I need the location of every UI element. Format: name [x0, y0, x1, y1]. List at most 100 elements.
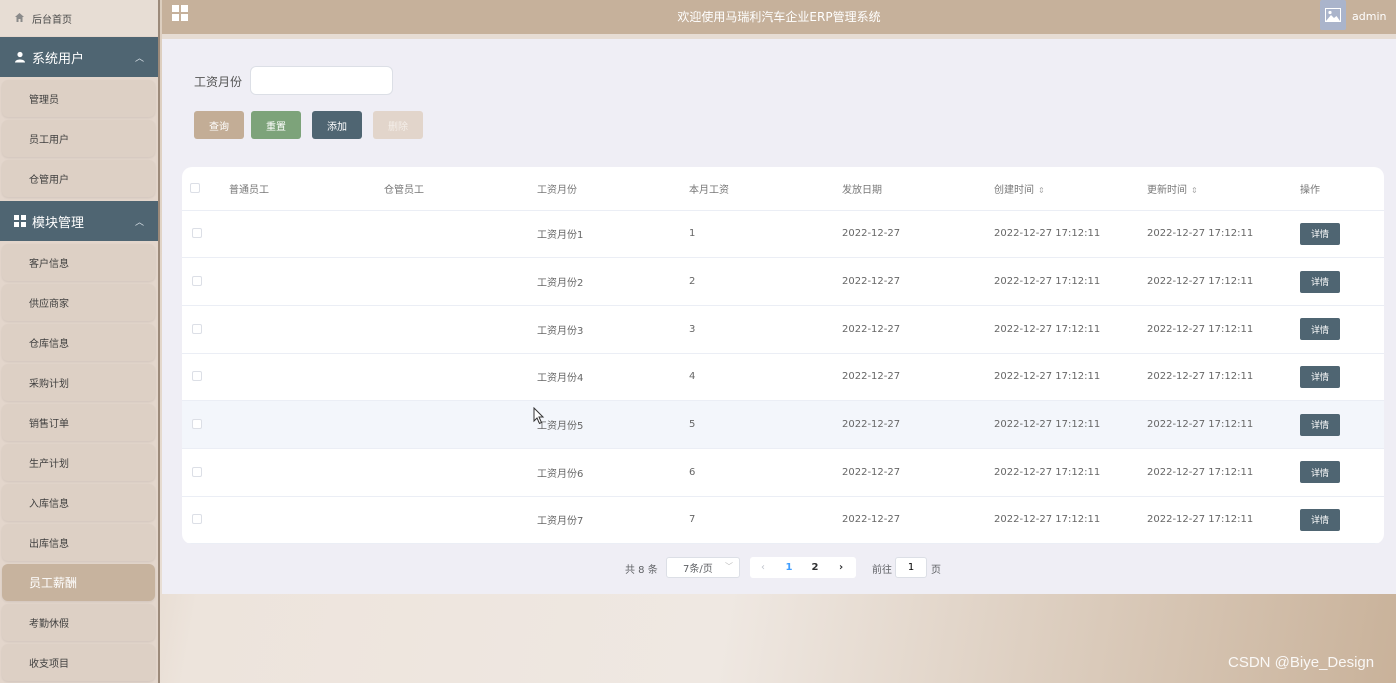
sidebar-home-label: 后台首页: [32, 14, 72, 26]
table-cell-updated: 2022-12-27 17:12:11: [1147, 257, 1300, 306]
table-cell-pay-date: 2022-12-27: [842, 353, 994, 402]
table-cell-updated: 2022-12-27 17:12:11: [1147, 400, 1300, 449]
column-header-label: 创建时间: [994, 184, 1034, 196]
salary-table: 普通员工 仓管员工 工资月份 本月工资 发放日期 创建时间 ⇕ 更新时间 ⇕ 操作 …: [182, 167, 1384, 544]
detail-button[interactable]: 详情: [1300, 508, 1340, 531]
table-cell-warehouse-staff: [384, 448, 537, 497]
column-header: 仓管员工: [384, 167, 537, 211]
table-cell-pay-date: 2022-12-27: [842, 305, 994, 354]
next-page-button[interactable]: ›: [828, 562, 854, 573]
sort-icon[interactable]: ⇕: [1038, 186, 1045, 195]
page-size-select[interactable]: 7条/页 ﹀: [666, 557, 740, 578]
sidebar-group-label: 系统用户: [32, 51, 85, 67]
sidebar-item[interactable]: 仓管用户: [2, 160, 155, 197]
detail-button[interactable]: 详情: [1300, 222, 1340, 245]
row-checkbox[interactable]: [192, 276, 202, 287]
goto-page-input[interactable]: [895, 557, 927, 578]
column-header-sortable[interactable]: 创建时间 ⇕: [994, 167, 1147, 211]
home-icon: [14, 12, 26, 24]
sidebar-item[interactable]: 员工薪酬: [2, 564, 155, 601]
detail-button[interactable]: 详情: [1300, 413, 1340, 436]
column-header: 普通员工: [229, 167, 384, 211]
table-row[interactable]: 工资月份6 6 2022-12-27 2022-12-27 17:12:11 2022-…: [182, 448, 1384, 497]
avatar[interactable]: [1320, 0, 1346, 30]
column-header: 操作: [1300, 167, 1384, 211]
sidebar-item[interactable]: 员工用户: [2, 120, 155, 157]
sidebar-item[interactable]: 收支项目: [2, 644, 155, 681]
sidebar-item[interactable]: 采购计划: [2, 364, 155, 401]
row-checkbox[interactable]: [192, 371, 202, 382]
row-checkbox[interactable]: [192, 514, 202, 525]
table-row[interactable]: 工资月份1 1 2022-12-27 2022-12-27 17:12:11 2022-…: [182, 210, 1384, 259]
sidebar-item[interactable]: 管理员: [2, 80, 155, 117]
sidebar-item[interactable]: 销售订单: [2, 404, 155, 441]
sidebar-item[interactable]: 生产计划: [2, 444, 155, 481]
table-row[interactable]: 工资月份7 7 2022-12-27 2022-12-27 17:12:11 2022-…: [182, 496, 1384, 544]
add-button[interactable]: 添加: [312, 111, 362, 139]
pagination: 共 8 条 7条/页 ﹀ ‹ 1 2 › 前往 页: [162, 557, 1396, 579]
table-cell-updated: 2022-12-27 17:12:11: [1147, 448, 1300, 497]
query-button[interactable]: 查询: [194, 111, 244, 139]
table-cell-created: 2022-12-27 17:12:11: [994, 257, 1147, 306]
delete-button[interactable]: 删除: [373, 111, 423, 139]
table-cell-warehouse-staff: [384, 210, 537, 259]
sidebar: 后台首页 系统用户 ︿ 管理员 员工用户 仓管用户 模块管理 ︿ 客户信息 供应商家仓…: [0, 0, 160, 683]
sidebar-item[interactable]: 考勤休假: [2, 604, 155, 641]
table-cell-employee: [229, 353, 384, 402]
table-header-row: 普通员工 仓管员工 工资月份 本月工资 发放日期 创建时间 ⇕ 更新时间 ⇕ 操作: [182, 167, 1384, 211]
total-count: 共 8 条: [625, 565, 658, 576]
sidebar-item[interactable]: 供应商家: [2, 284, 155, 321]
sort-icon[interactable]: ⇕: [1191, 186, 1198, 195]
table-cell-month: 工资月份5: [537, 400, 689, 449]
table-cell-pay-date: 2022-12-27: [842, 496, 994, 544]
page-buttons: ‹ 1 2 ›: [750, 557, 856, 578]
detail-button[interactable]: 详情: [1300, 365, 1340, 388]
table-cell-salary: 6: [689, 448, 842, 497]
select-all-checkbox[interactable]: [190, 182, 200, 193]
page-title: 欢迎使用马瑞利汽车企业ERP管理系统: [677, 10, 881, 24]
table-cell-month: 工资月份3: [537, 305, 689, 354]
sidebar-item[interactable]: 入库信息: [2, 484, 155, 521]
table-row[interactable]: 工资月份5 5 2022-12-27 2022-12-27 17:12:11 2022-…: [182, 400, 1384, 449]
sidebar-item[interactable]: 仓库信息: [2, 324, 155, 361]
column-header: 本月工资: [689, 167, 842, 211]
sidebar-item[interactable]: 客户信息: [2, 244, 155, 281]
row-checkbox[interactable]: [192, 323, 202, 334]
table-cell-salary: 7: [689, 496, 842, 544]
detail-button[interactable]: 详情: [1300, 270, 1340, 293]
sidebar-item[interactable]: 出库信息: [2, 524, 155, 561]
table-cell-employee: [229, 257, 384, 306]
table-cell-employee: [229, 210, 384, 259]
row-checkbox[interactable]: [192, 466, 202, 477]
main-content: 工资月份 查询 重置 添加 删除 普通员工 仓管员工 工资月份 本月工资 发放日…: [162, 39, 1396, 594]
row-checkbox[interactable]: [192, 228, 202, 239]
column-header-sortable[interactable]: 更新时间 ⇕: [1147, 167, 1300, 211]
sidebar-group-modules[interactable]: 模块管理 ︿: [0, 201, 158, 241]
table-row[interactable]: 工资月份4 4 2022-12-27 2022-12-27 17:12:11 2022-…: [182, 353, 1384, 402]
sidebar-group-system-users[interactable]: 系统用户 ︿: [0, 37, 158, 77]
table-cell-actions: 详情: [1300, 257, 1384, 306]
page-button[interactable]: 1: [776, 562, 802, 573]
table-cell-employee: [229, 305, 384, 354]
salary-month-input[interactable]: [250, 66, 393, 95]
table-cell-pay-date: 2022-12-27: [842, 400, 994, 449]
detail-button[interactable]: 详情: [1300, 461, 1340, 484]
sidebar-group-label: 模块管理: [32, 215, 85, 231]
reset-button[interactable]: 重置: [251, 111, 301, 139]
chevron-up-icon: ︿: [134, 53, 144, 64]
username[interactable]: admin: [1352, 10, 1386, 23]
table-cell-actions: 详情: [1300, 496, 1384, 544]
table-cell-updated: 2022-12-27 17:12:11: [1147, 210, 1300, 259]
table-cell-updated: 2022-12-27 17:12:11: [1147, 305, 1300, 354]
row-checkbox[interactable]: [192, 419, 202, 430]
table-row[interactable]: 工资月份2 2 2022-12-27 2022-12-27 17:12:11 2022-…: [182, 257, 1384, 306]
page-button[interactable]: 2: [802, 562, 828, 573]
prev-page-button[interactable]: ‹: [750, 562, 776, 573]
table-row[interactable]: 工资月份3 3 2022-12-27 2022-12-27 17:12:11 2022-…: [182, 305, 1384, 354]
detail-button[interactable]: 详情: [1300, 318, 1340, 341]
table-cell-pay-date: 2022-12-27: [842, 210, 994, 259]
sidebar-item-home[interactable]: 后台首页: [0, 0, 158, 36]
table-cell-salary: 5: [689, 400, 842, 449]
salary-month-label: 工资月份: [194, 75, 243, 89]
table-cell-created: 2022-12-27 17:12:11: [994, 305, 1147, 354]
